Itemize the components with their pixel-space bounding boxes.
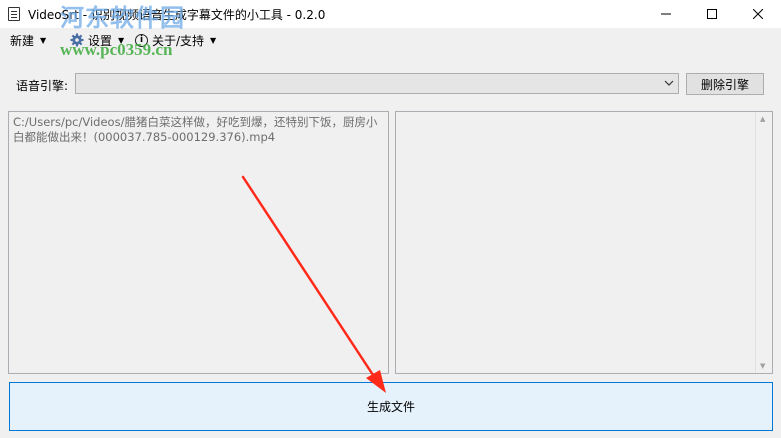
file-path-text: C:/Users/pc/Videos/腊猪白菜这样做，好吃到爆，还特别下饭，厨房…: [13, 115, 378, 144]
engine-label: 语音引擎:: [16, 79, 69, 93]
menu-settings-label: 设置: [88, 33, 113, 48]
chevron-down-icon: [664, 80, 674, 86]
menu-about-label: 关于/支持: [152, 33, 205, 48]
menu-new-label: 新建: [10, 33, 35, 48]
vertical-scrollbar[interactable]: ▲ ▼: [755, 112, 772, 373]
document-icon: [8, 7, 20, 21]
menu-about[interactable]: i 关于/支持 ▼: [135, 31, 216, 49]
file-list-panel[interactable]: C:/Users/pc/Videos/腊猪白菜这样做，好吃到爆，还特别下饭，厨房…: [8, 111, 389, 374]
menu-settings[interactable]: 设置 ▼: [70, 31, 124, 49]
scroll-down-icon[interactable]: ▼: [760, 362, 765, 370]
engine-select[interactable]: [75, 73, 679, 94]
generate-file-button[interactable]: 生成文件: [9, 382, 773, 431]
close-button[interactable]: [735, 0, 781, 28]
window-title: VideoSrt - 识别视频语音生成字幕文件的小工具 - 0.2.0: [28, 8, 326, 22]
caret-down-icon: ▼: [210, 35, 217, 45]
log-panel[interactable]: ▲ ▼: [395, 111, 773, 374]
close-icon: [753, 9, 763, 19]
title-bar[interactable]: VideoSrt - 识别视频语音生成字幕文件的小工具 - 0.2.0: [0, 0, 781, 28]
scroll-up-icon[interactable]: ▲: [760, 115, 765, 123]
caret-down-icon: ▼: [40, 35, 47, 45]
delete-engine-button[interactable]: 删除引擎: [686, 73, 764, 95]
maximize-button[interactable]: [689, 0, 735, 28]
menu-new[interactable]: 新建 ▼: [10, 31, 46, 49]
maximize-icon: [707, 9, 717, 19]
minimize-icon: [661, 13, 671, 15]
caret-down-icon: ▼: [118, 35, 125, 45]
info-icon: i: [135, 33, 148, 47]
minimize-button[interactable]: [643, 0, 689, 28]
gear-icon: [70, 33, 84, 47]
